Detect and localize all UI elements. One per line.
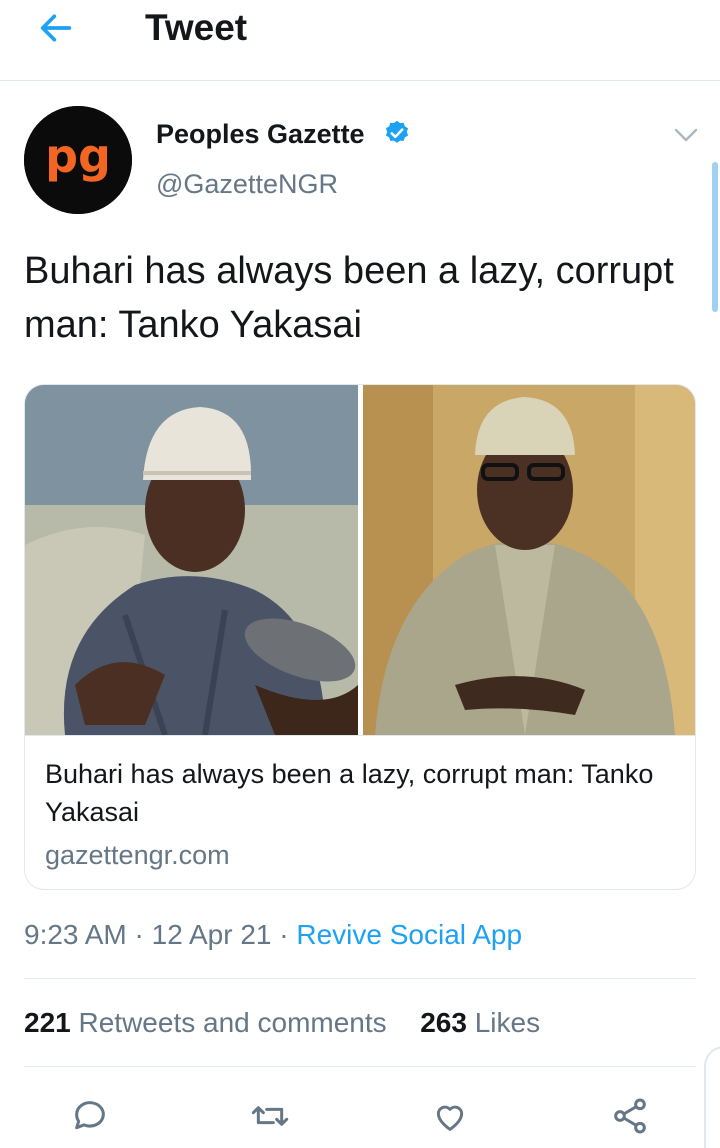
- floating-panel-edge: [704, 1046, 720, 1148]
- tweet-date: 12 Apr 21: [151, 919, 272, 950]
- retweet-button[interactable]: [240, 1086, 300, 1146]
- arrow-left-icon: [40, 14, 72, 42]
- chevron-down-icon: [674, 128, 698, 142]
- card-title: Buhari has always been a lazy, corrupt m…: [45, 759, 654, 827]
- tweet-source-link[interactable]: Revive Social App: [296, 919, 522, 950]
- peoples-gazette-logo: pg: [24, 106, 132, 214]
- share-button[interactable]: [600, 1086, 660, 1146]
- reply-button[interactable]: [60, 1086, 120, 1146]
- page-title: Tweet: [145, 7, 248, 48]
- likes-count: 263: [420, 1007, 467, 1038]
- meta-separator: ·: [271, 919, 297, 950]
- divider: [24, 978, 696, 979]
- divider: [24, 1066, 696, 1067]
- like-icon: [436, 1105, 464, 1131]
- meta-separator: ·: [126, 919, 152, 950]
- retweet-icon: [251, 1106, 289, 1126]
- reply-icon: [75, 1101, 105, 1130]
- retweets-stat[interactable]: 221 Retweets and comments: [24, 1007, 387, 1038]
- retweets-label: Retweets and comments: [78, 1007, 387, 1038]
- card-domain: gazettengr.com: [45, 840, 230, 870]
- back-button[interactable]: [32, 6, 80, 50]
- link-card[interactable]: Buhari has always been a lazy, corrupt m…: [24, 384, 696, 890]
- share-icon: [614, 1098, 646, 1134]
- retweets-count: 221: [24, 1007, 71, 1038]
- author-name[interactable]: Peoples Gazette: [156, 116, 365, 152]
- tweet-text: Buhari has always been a lazy, corrupt m…: [24, 250, 674, 346]
- tweet-time: 9:23 AM: [24, 919, 127, 950]
- top-bar: Tweet: [0, 0, 720, 81]
- svg-text:pg: pg: [45, 129, 111, 183]
- card-image: [25, 385, 695, 736]
- likes-label: Likes: [474, 1007, 541, 1038]
- tweet-stats: 221 Retweets and comments 263 Likes: [24, 1004, 540, 1042]
- verified-badge-icon: [385, 120, 409, 143]
- action-bar: [0, 1086, 720, 1146]
- likes-stat[interactable]: 263 Likes: [420, 1007, 540, 1038]
- scrollbar[interactable]: [712, 162, 718, 312]
- like-button[interactable]: [420, 1086, 480, 1146]
- tweet-meta: 9:23 AM · 12 Apr 21 · Revive Social App: [24, 916, 522, 954]
- more-options-button[interactable]: [666, 120, 706, 150]
- avatar[interactable]: pg: [24, 106, 132, 214]
- author-handle[interactable]: @GazetteNGR: [156, 166, 338, 202]
